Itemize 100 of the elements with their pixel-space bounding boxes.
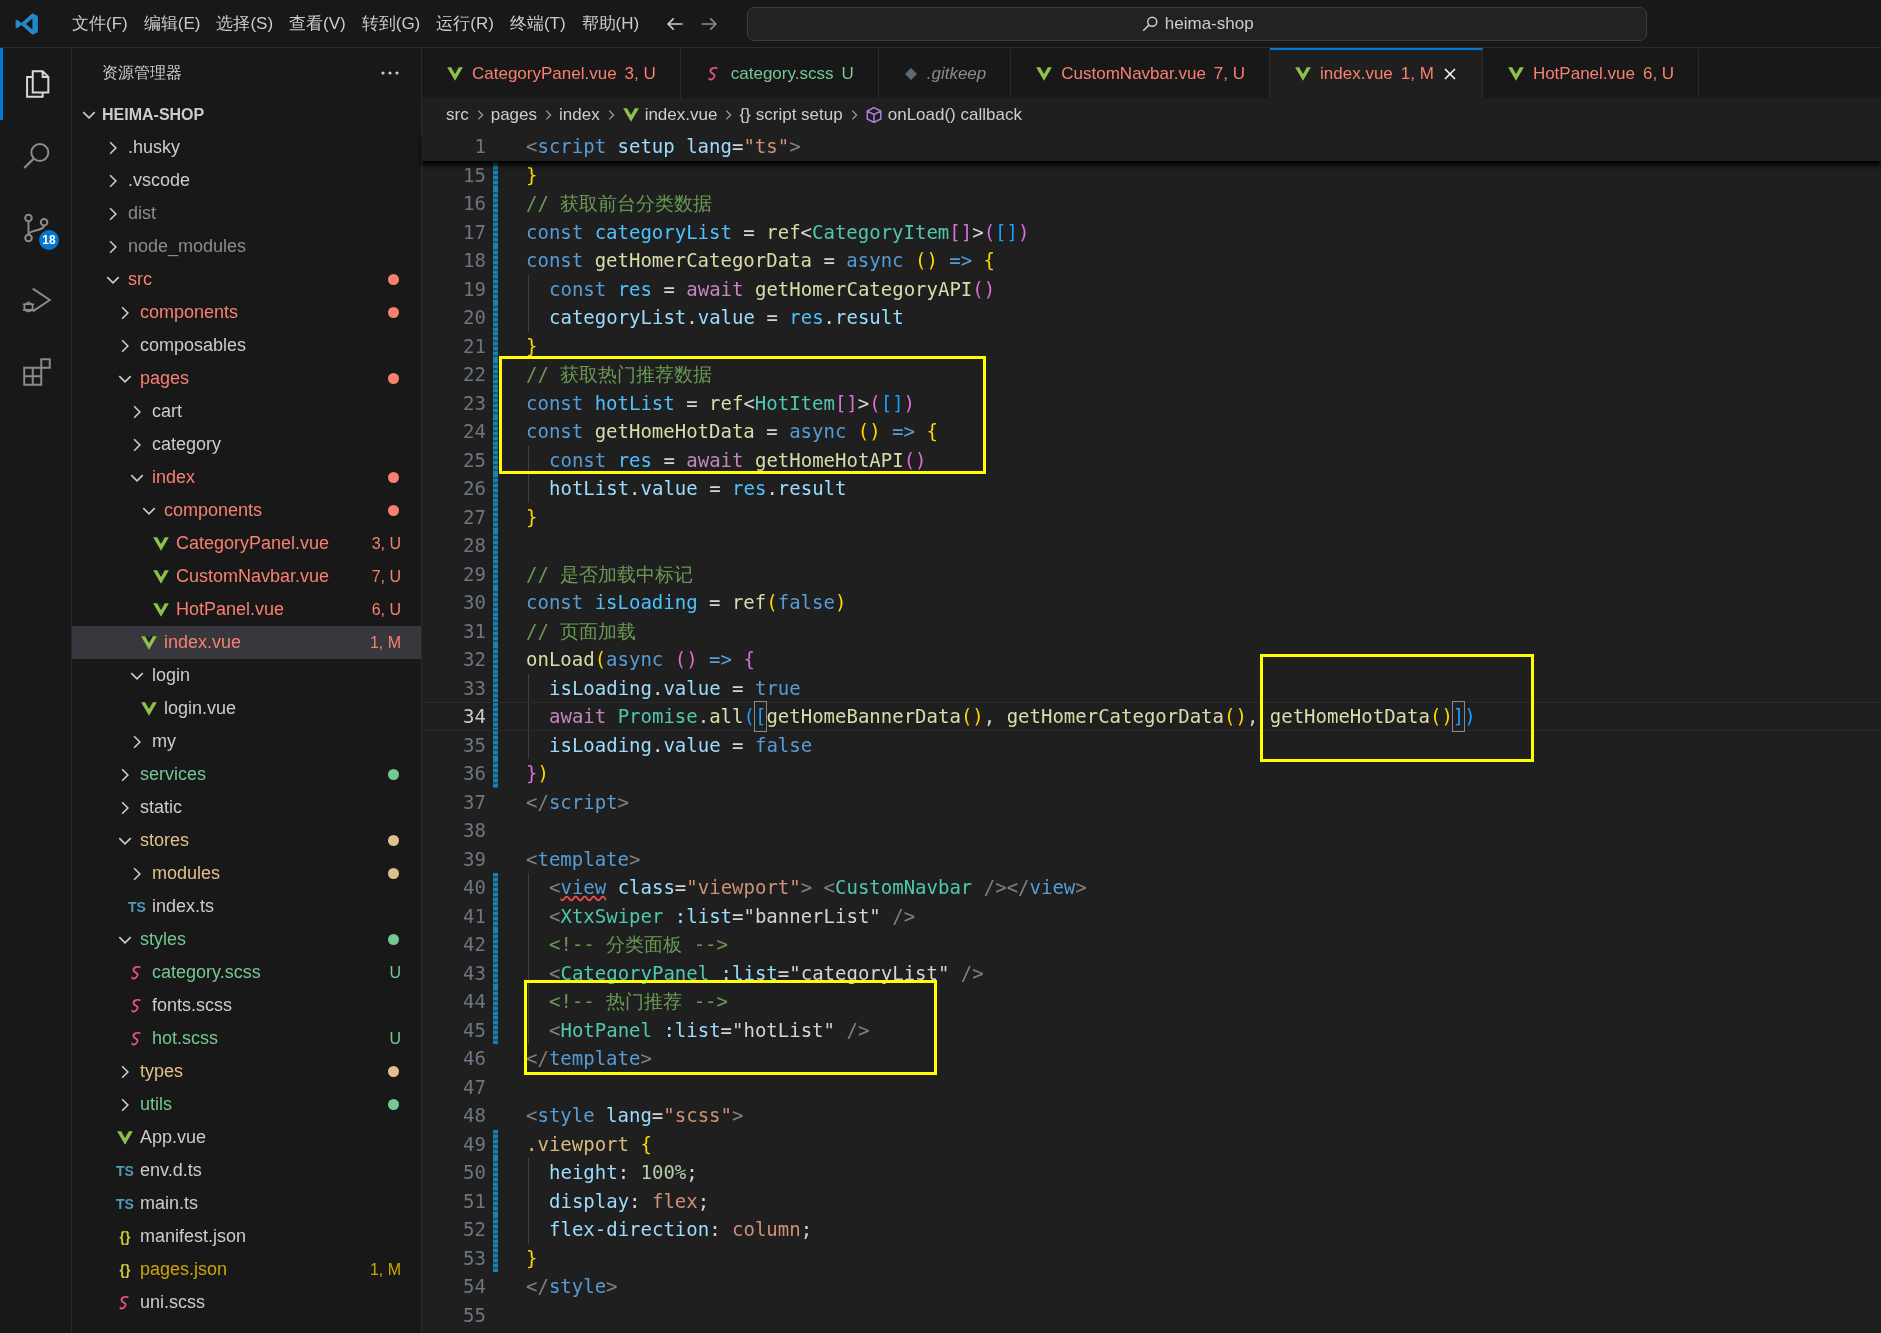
tree-item[interactable]: stores <box>72 824 421 857</box>
tree-item[interactable]: category.scss U <box>72 956 421 989</box>
vue-file-icon <box>1035 65 1054 83</box>
line-number: 27 <box>462 504 486 530</box>
code-line: await Promise.all([getHomeBannerData(), getHomerCategorData(), getHomeHotData()]) <box>549 703 1476 730</box>
tree-item[interactable]: HotPanel.vue 6, U <box>72 593 421 626</box>
tree-item[interactable]: uni.scss <box>72 1286 421 1319</box>
vue-file-icon <box>152 600 170 619</box>
line-number: 42 <box>462 932 486 957</box>
tree-item[interactable]: CategoryPanel.vue 3, U <box>72 527 421 560</box>
menu-item[interactable]: 文件(F) <box>64 12 136 35</box>
tree-item[interactable]: {} manifest.json <box>72 1220 421 1253</box>
tree-item[interactable]: styles <box>72 923 421 956</box>
line-number: 1 <box>473 134 486 159</box>
breadcrumb-item[interactable]: onLoad() callback <box>864 105 1022 125</box>
code-line: const isLoading = ref(false) <box>526 590 847 615</box>
line-number: 22 <box>462 362 486 387</box>
vue-file-icon <box>621 106 640 124</box>
tree-item[interactable]: App.vue <box>72 1121 421 1154</box>
tree-item[interactable]: .vscode <box>72 164 421 197</box>
editor-tab[interactable]: index.vue 1, M <box>1270 48 1483 98</box>
editor-tab[interactable]: CategoryPanel.vue 3, U <box>422 48 681 98</box>
file-name: index.ts <box>152 896 216 917</box>
menu-item[interactable]: 转到(G) <box>353 12 429 35</box>
tree-item[interactable]: TS main.ts <box>72 1187 421 1220</box>
tree-item[interactable]: category <box>72 428 421 461</box>
code-line: <view class="viewport"> <CustomNavbar /></view> <box>549 875 1087 900</box>
tree-item[interactable]: components <box>72 494 421 527</box>
tree-item[interactable]: node_modules <box>72 230 421 263</box>
code-line: <CategoryPanel :list="categoryList" /> <box>549 960 984 986</box>
code-line: isLoading.value = false <box>549 732 813 758</box>
menu-item[interactable]: 编辑(E) <box>135 12 209 35</box>
tree-item[interactable]: {} pages.json 1, M <box>72 1253 421 1286</box>
file-name: pages <box>140 368 191 389</box>
line-number: 19 <box>462 276 486 302</box>
tree-item[interactable]: static <box>72 791 421 824</box>
tree-item[interactable]: login.vue <box>72 692 421 725</box>
editor-tab[interactable]: .gitkeep <box>878 48 1012 98</box>
line-number: 33 <box>462 675 486 701</box>
tree-item[interactable]: hot.scss U <box>72 1022 421 1055</box>
tree-item[interactable]: components <box>72 296 421 329</box>
file-name: HotPanel.vue <box>176 599 286 620</box>
chevron-right-icon <box>121 767 129 782</box>
tree-item[interactable]: CustomNavbar.vue 7, U <box>72 560 421 593</box>
menu-item[interactable]: 运行(R) <box>428 12 502 35</box>
line-number: 20 <box>462 305 486 330</box>
workspace-header[interactable]: HEIMA-SHOP <box>72 98 421 131</box>
tree-item[interactable]: composables <box>72 329 421 362</box>
breadcrumb-item[interactable]: index <box>559 105 600 125</box>
status-label: U <box>389 963 401 982</box>
logo-icon <box>14 10 40 37</box>
tree-item[interactable]: my <box>72 725 421 758</box>
file-name: composables <box>140 335 248 356</box>
file-type-icon: TS <box>128 898 146 915</box>
more-icon[interactable] <box>381 71 399 75</box>
code-line: <style lang="scss"> <box>526 1103 744 1128</box>
code-line: } <box>526 162 538 188</box>
menu-item[interactable]: 查看(V) <box>281 12 354 35</box>
code-line: } <box>526 333 538 359</box>
line-number: 21 <box>462 333 486 359</box>
menu-item[interactable]: 帮助(H) <box>573 12 648 35</box>
code-line: .viewport { <box>526 1131 652 1157</box>
tree-item[interactable]: cart <box>72 395 421 428</box>
tree-item[interactable]: services <box>72 758 421 791</box>
code-line: height: 100%; <box>549 1160 698 1185</box>
tree-item[interactable]: modules <box>72 857 421 890</box>
file-name: uni.scss <box>140 1292 207 1313</box>
file-type-icon: TS <box>116 1162 134 1179</box>
tree-item[interactable]: fonts.scss <box>72 989 421 1022</box>
tree-item[interactable]: TS env.d.ts <box>72 1154 421 1187</box>
breadcrumb-item[interactable]: src <box>446 105 469 125</box>
line-number: 38 <box>462 818 486 843</box>
code-line: </style> <box>526 1274 618 1299</box>
menu-item[interactable]: 终端(T) <box>501 12 574 35</box>
menu-item[interactable]: 选择(S) <box>208 12 282 35</box>
line-number: 30 <box>462 590 486 615</box>
tree-item[interactable]: .husky <box>72 131 421 164</box>
status-label: 3, U <box>371 534 401 553</box>
breadcrumb-item[interactable]: {} script setup <box>739 105 843 125</box>
close-icon[interactable] <box>1441 66 1458 82</box>
line-number: 43 <box>462 960 486 986</box>
editor-tab[interactable]: HotPanel.vue 6, U <box>1482 48 1700 98</box>
breadcrumb-item[interactable]: pages <box>490 105 537 125</box>
editor-tab[interactable]: category.scss U <box>680 48 879 98</box>
line-number: 39 <box>462 846 486 872</box>
command-center[interactable]: heima-shop <box>747 6 1648 41</box>
tree-item[interactable]: TS index.ts <box>72 890 421 923</box>
tree-item[interactable]: dist <box>72 197 421 230</box>
tree-item[interactable]: index.vue 1, M <box>72 626 421 659</box>
chevron-right-icon <box>121 800 129 815</box>
activity-button[interactable]: 18 <box>0 192 71 264</box>
tree-item[interactable]: src <box>72 263 421 296</box>
tree-item[interactable]: index <box>72 461 421 494</box>
tree-item[interactable]: pages <box>72 362 421 395</box>
tree-item[interactable]: login <box>72 659 421 692</box>
tree-item[interactable]: types <box>72 1055 421 1088</box>
tree-item[interactable]: utils <box>72 1088 421 1121</box>
chevron-right-icon <box>109 173 117 188</box>
breadcrumb-item[interactable]: index.vue <box>621 105 718 125</box>
file-type-icon: {} <box>116 1228 134 1245</box>
